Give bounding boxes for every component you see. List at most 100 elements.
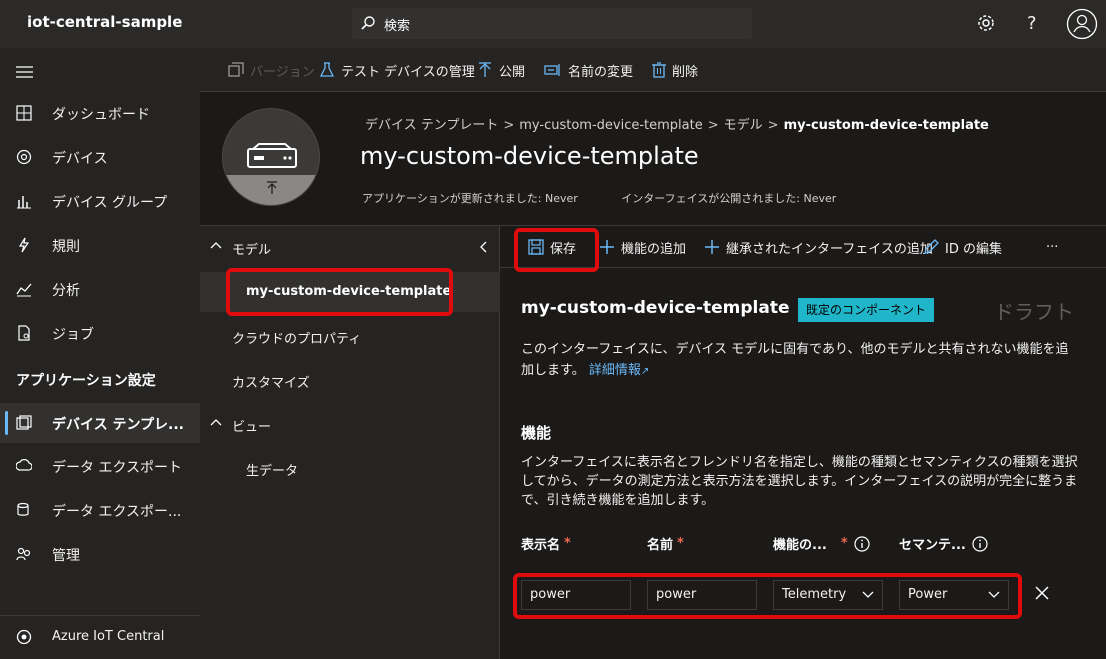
data-export-icon: [16, 458, 32, 474]
nav-item-label: デバイス グループ: [52, 195, 168, 211]
breadcrumb-separator-icon: >: [707, 118, 719, 133]
settings-icon[interactable]: [976, 12, 996, 34]
publish-button[interactable]: 公開: [477, 60, 525, 80]
nav-item-label: デバイス テンプレ...: [52, 417, 184, 433]
default-component-badge: 既定のコンポーネント: [798, 298, 935, 322]
manage-test-devices-label: テスト デバイスの管理: [341, 64, 475, 80]
tree-group-label: モデル: [232, 243, 272, 258]
tree-item-customize[interactable]: カスタマイズ: [200, 360, 500, 400]
save-icon: [528, 239, 550, 255]
nav-item-devices[interactable]: デバイス: [0, 137, 200, 177]
account-icon[interactable]: [1066, 8, 1098, 40]
nav-item-label: ジョブ: [52, 327, 94, 343]
nav-item-data-export[interactable]: データ エクスポート: [0, 446, 200, 486]
help-icon[interactable]: ?: [1027, 13, 1037, 34]
delete-capability-close-icon[interactable]: [1035, 586, 1049, 600]
required-marker: *: [564, 536, 571, 551]
collapse-panel-icon[interactable]: [479, 241, 487, 253]
top-bar: iot-central-sample 検索 ?: [0, 0, 1106, 48]
nav-item-device-groups[interactable]: デバイス グループ: [0, 181, 200, 221]
search-icon: [360, 15, 376, 31]
breadcrumb-item[interactable]: モデル: [724, 118, 763, 133]
editor-command-bar: 保存 機能の追加 継承されたインターフェイスの追加 ID の編集 ···: [500, 226, 1106, 268]
delete-button[interactable]: 削除: [652, 60, 698, 80]
chevron-down-icon: [988, 591, 1000, 599]
nav-item-jobs[interactable]: ジョブ: [0, 313, 200, 353]
version-button[interactable]: バージョン: [228, 60, 315, 80]
breadcrumb: デバイス テンプレート > my-custom-device-template > モデ…: [365, 114, 989, 133]
breadcrumb-item[interactable]: デバイス テンプレート: [365, 118, 498, 133]
nav-footer[interactable]: Azure IoT Central: [0, 615, 200, 659]
more-options-icon[interactable]: ···: [1046, 237, 1058, 257]
breadcrumb-item[interactable]: my-custom-device-template: [519, 118, 702, 133]
info-icon[interactable]: [966, 535, 988, 552]
tree-item-raw-data[interactable]: 生データ: [200, 448, 500, 488]
version-label: バージョン: [250, 64, 315, 80]
add-inherited-label: 継承されたインターフェイスの追加: [726, 241, 933, 257]
nav-item-analytics[interactable]: 分析: [0, 269, 200, 309]
device-template-image[interactable]: [222, 108, 320, 206]
add-inherited-interface-button[interactable]: 継承されたインターフェイスの追加: [704, 237, 933, 257]
capability-type-select[interactable]: Telemetry: [773, 580, 883, 610]
tree-group-views[interactable]: ビュー: [200, 404, 500, 444]
column-header-display-name: 表示名 *: [521, 536, 571, 553]
tree-group-model[interactable]: モデル: [200, 227, 500, 267]
rename-label: 名前の変更: [568, 64, 634, 80]
chevron-down-icon: [862, 591, 874, 599]
manage-test-devices-button[interactable]: テスト デバイスの管理: [319, 60, 475, 80]
azure-iot-central-logo-icon: [16, 629, 32, 645]
info-icon[interactable]: [848, 535, 870, 552]
save-button[interactable]: 保存: [528, 237, 576, 257]
nav-item-rules[interactable]: 規則: [0, 225, 200, 265]
column-header-semantic-type: セマンテ...: [899, 534, 988, 553]
search-box[interactable]: 検索: [352, 8, 752, 39]
nav-item-data-export-legacy[interactable]: データ エクスポー...: [0, 490, 200, 530]
device-templates-icon: [16, 415, 32, 431]
add-capability-button[interactable]: 機能の追加: [599, 237, 686, 257]
jobs-icon: [16, 325, 32, 341]
tree-group-label: ビュー: [232, 420, 272, 435]
semantic-type-select[interactable]: Power: [899, 580, 1009, 610]
breadcrumb-separator-icon: >: [503, 118, 515, 133]
nav-item-label: 分析: [52, 283, 80, 299]
required-marker: *: [840, 536, 848, 551]
analytics-icon: [16, 281, 32, 297]
tree-item-cloud-properties[interactable]: クラウドのプロパティ: [200, 316, 500, 356]
capabilities-heading: 機能: [521, 424, 552, 442]
nav-section-app-settings: アプリケーション設定: [16, 373, 156, 389]
capability-type-value: Telemetry: [782, 587, 847, 602]
semantic-type-value: Power: [908, 587, 948, 602]
learn-more-link[interactable]: 詳細情報↗: [589, 363, 649, 378]
tree-item-interface[interactable]: my-custom-device-template: [200, 272, 500, 312]
nav-item-admin[interactable]: 管理: [0, 534, 200, 574]
nav-item-label: データ エクスポート: [52, 460, 183, 476]
add-capability-label: 機能の追加: [621, 241, 687, 257]
draft-status: ドラフト: [994, 300, 1074, 324]
devices-icon: [16, 149, 32, 165]
display-name-input[interactable]: power: [521, 580, 631, 610]
edit-id-button[interactable]: ID の編集: [923, 237, 1002, 257]
nav-item-label: ダッシュボード: [52, 107, 150, 123]
rename-icon: [544, 62, 568, 78]
app-title[interactable]: iot-central-sample: [27, 13, 182, 31]
publish-label: 公開: [499, 64, 526, 80]
upload-image-area[interactable]: [223, 175, 319, 205]
capabilities-description: インターフェイスに表示名とフレンドリ名を指定し、機能の種類とセマンティクスの種類…: [521, 455, 1078, 508]
required-marker: *: [677, 536, 684, 551]
admin-icon: [16, 546, 32, 562]
interface-title: my-custom-device-template: [521, 298, 790, 318]
save-label: 保存: [550, 241, 577, 257]
name-input[interactable]: power: [647, 580, 757, 610]
template-header: デバイス テンプレート > my-custom-device-template > モデ…: [200, 92, 1106, 225]
product-name: Azure IoT Central: [52, 629, 165, 644]
nav-item-device-templates[interactable]: デバイス テンプレ...: [0, 403, 200, 443]
search-placeholder: 検索: [384, 19, 411, 34]
rename-button[interactable]: 名前の変更: [544, 60, 633, 80]
command-bar: バージョン テスト デバイスの管理 公開 名前の変更 削除: [200, 48, 1106, 92]
nav-item-dashboard[interactable]: ダッシュボード: [0, 93, 200, 133]
hamburger-menu-icon[interactable]: [16, 65, 34, 79]
nav-item-label: データ エクスポー...: [52, 504, 182, 520]
nav-item-label: 管理: [52, 548, 80, 564]
pencil-icon: [923, 239, 945, 255]
device-groups-icon: [16, 193, 32, 209]
